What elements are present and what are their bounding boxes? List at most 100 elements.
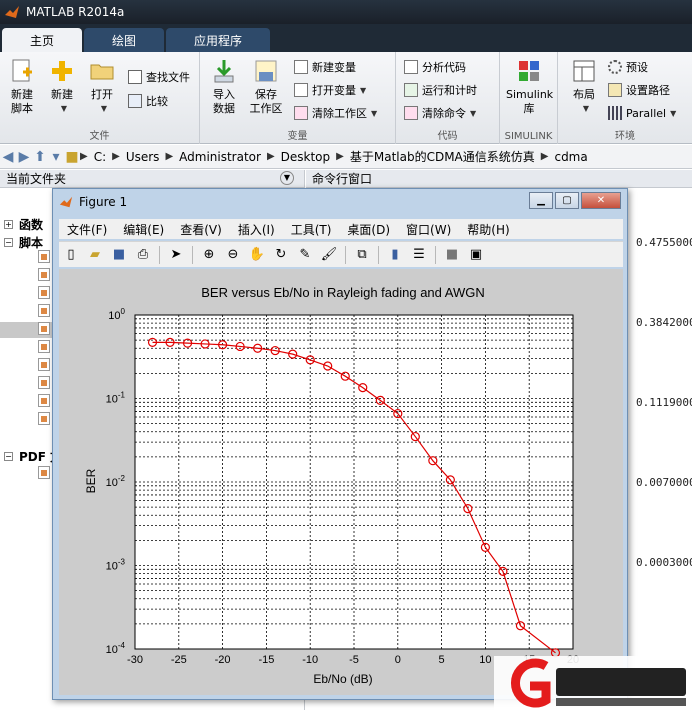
clear-workspace-icon bbox=[294, 106, 308, 120]
script-file-icon[interactable] bbox=[38, 340, 50, 353]
script-file-icon[interactable] bbox=[38, 322, 50, 335]
breadcrumb-project[interactable]: 基于Matlab的CDMA通信系统仿真 bbox=[350, 148, 535, 165]
toolbar-separator bbox=[192, 245, 193, 264]
minimize-icon[interactable]: ▁ bbox=[529, 192, 553, 209]
script-file-icon[interactable] bbox=[38, 304, 50, 317]
new-variable-button[interactable]: 新建变量 bbox=[294, 58, 356, 76]
find-files-label: 查找文件 bbox=[146, 71, 190, 84]
breadcrumb-drive[interactable]: C: bbox=[94, 150, 106, 164]
new-figure-icon[interactable]: ▯ bbox=[62, 246, 80, 264]
script-file-icon[interactable] bbox=[38, 358, 50, 371]
figure-window[interactable]: Figure 1 ▁ ▢ ✕ 文件(F) 编辑(E) 查看(V) 插入(I) 工… bbox=[52, 188, 628, 700]
script-file-icon[interactable] bbox=[38, 286, 50, 299]
save-icon[interactable]: ■ bbox=[110, 246, 128, 264]
zoom-out-icon[interactable]: ⊖ bbox=[224, 246, 242, 264]
layout-button[interactable]: 布局 ▼ bbox=[562, 58, 606, 116]
menu-help[interactable]: 帮助(H) bbox=[467, 221, 509, 238]
path-separator-icon: ▶ bbox=[266, 151, 275, 162]
find-files-button[interactable]: 查找文件 bbox=[128, 68, 190, 86]
pointer-icon[interactable]: ➤ bbox=[167, 246, 185, 264]
breadcrumb-cdma[interactable]: cdma bbox=[554, 150, 587, 164]
analyze-code-button[interactable]: 分析代码 bbox=[404, 58, 466, 76]
menu-insert[interactable]: 插入(I) bbox=[238, 221, 275, 238]
preferences-button[interactable]: 预设 bbox=[608, 58, 648, 76]
menu-edit[interactable]: 编辑(E) bbox=[123, 221, 164, 238]
tree-group-functions[interactable]: + 函数 bbox=[4, 216, 43, 233]
folder-icon bbox=[90, 64, 114, 80]
browse-folder-icon[interactable]: ▾ bbox=[48, 149, 64, 165]
print-icon[interactable]: ⎙ bbox=[134, 246, 152, 264]
open-button[interactable]: 打开 ▼ bbox=[80, 58, 124, 116]
path-separator-icon: ▶ bbox=[80, 151, 88, 162]
save-workspace-button[interactable]: 保存 工作区 bbox=[244, 58, 288, 116]
tab-plots[interactable]: 绘图 bbox=[84, 28, 165, 52]
x-tick-label: -10 bbox=[302, 654, 318, 666]
collapse-icon[interactable]: − bbox=[4, 452, 13, 461]
open-file-icon[interactable]: ▰ bbox=[86, 246, 104, 264]
x-tick-label: -20 bbox=[215, 654, 231, 666]
save-workspace-icon bbox=[255, 60, 277, 82]
colorbar-icon[interactable]: ▮ bbox=[386, 246, 404, 264]
rotate-icon[interactable]: ↻ bbox=[272, 246, 290, 264]
collapse-icon[interactable]: − bbox=[4, 238, 13, 247]
plus-icon bbox=[52, 61, 72, 81]
data-cursor-icon[interactable]: ✎ bbox=[296, 246, 314, 264]
back-arrow-icon[interactable]: ◀ bbox=[0, 149, 16, 165]
tree-group-scripts[interactable]: − 脚本 bbox=[4, 234, 43, 251]
maximize-icon[interactable]: ▢ bbox=[555, 192, 579, 209]
tab-home[interactable]: 主页 bbox=[2, 28, 83, 52]
show-tools-icon[interactable]: ▣ bbox=[467, 246, 485, 264]
ribbon: 新建 脚本 新建 ▼ 打开 ▼ 查找文件 比较 文件 导入 数据 保存 工作区 … bbox=[0, 52, 692, 144]
pan-icon[interactable]: ✋ bbox=[248, 246, 266, 264]
set-path-label: 设置路径 bbox=[626, 84, 670, 97]
breadcrumb-users[interactable]: Users bbox=[126, 150, 160, 164]
analyze-code-label: 分析代码 bbox=[422, 61, 466, 74]
simulink-library-button[interactable]: Simulink 库 bbox=[506, 58, 553, 116]
menu-window[interactable]: 窗口(W) bbox=[406, 221, 451, 238]
menu-view[interactable]: 查看(V) bbox=[180, 221, 222, 238]
link-plot-icon[interactable]: ⧉ bbox=[353, 246, 371, 264]
compare-button[interactable]: 比较 bbox=[128, 92, 168, 110]
script-file-icon[interactable] bbox=[38, 376, 50, 389]
x-tick-label: -5 bbox=[349, 654, 359, 666]
legend-icon[interactable]: ☰ bbox=[410, 246, 428, 264]
script-file-icon[interactable] bbox=[38, 268, 50, 281]
chevron-down-icon: ▼ bbox=[100, 104, 108, 113]
parallel-button[interactable]: Parallel ▼ bbox=[608, 104, 676, 122]
menu-file[interactable]: 文件(F) bbox=[67, 221, 107, 238]
open-variable-button[interactable]: 打开变量 ▼ bbox=[294, 81, 366, 99]
chart-xlabel: Eb/No (dB) bbox=[313, 672, 372, 686]
menu-desktop[interactable]: 桌面(D) bbox=[347, 221, 390, 238]
expand-icon[interactable]: + bbox=[4, 220, 13, 229]
panel-menu-icon[interactable]: ▼ bbox=[280, 171, 294, 185]
script-file-icon[interactable] bbox=[38, 394, 50, 407]
matlab-logo-icon bbox=[59, 196, 73, 208]
tab-apps[interactable]: 应用程序 bbox=[166, 28, 271, 52]
run-and-time-button[interactable]: 运行和计时 bbox=[404, 81, 477, 99]
ber-chart[interactable]: BER versus Eb/No in Rayleigh fading and … bbox=[59, 269, 623, 695]
hide-tools-icon[interactable]: ■ bbox=[443, 246, 461, 264]
clear-workspace-button[interactable]: 清除工作区 ▼ bbox=[294, 104, 377, 122]
import-data-button[interactable]: 导入 数据 bbox=[202, 58, 246, 116]
set-path-icon bbox=[608, 83, 622, 97]
zoom-in-icon[interactable]: ⊕ bbox=[200, 246, 218, 264]
close-icon[interactable]: ✕ bbox=[581, 192, 621, 209]
set-path-button[interactable]: 设置路径 bbox=[608, 81, 670, 99]
script-file-icon[interactable] bbox=[38, 250, 50, 263]
up-folder-icon[interactable]: ⬆ bbox=[32, 149, 48, 165]
breadcrumb-administrator[interactable]: Administrator bbox=[179, 150, 261, 164]
figure-toolbar: ▯ ▰ ■ ⎙ ➤ ⊕ ⊖ ✋ ↻ ✎ 🖌 ⧉ ▮ ☰ ■ ▣ bbox=[59, 241, 623, 267]
parallel-icon bbox=[608, 106, 622, 120]
chart-title: BER versus Eb/No in Rayleigh fading and … bbox=[201, 285, 485, 300]
new-script-button[interactable]: 新建 脚本 bbox=[0, 58, 44, 116]
brush-icon[interactable]: 🖌 bbox=[320, 246, 338, 264]
figure-canvas[interactable]: BER versus Eb/No in Rayleigh fading and … bbox=[59, 269, 623, 695]
new-button[interactable]: 新建 ▼ bbox=[40, 58, 84, 116]
clear-commands-button[interactable]: 清除命令 ▼ bbox=[404, 104, 476, 122]
script-file-icon[interactable] bbox=[38, 412, 50, 425]
breadcrumb-desktop[interactable]: Desktop bbox=[281, 150, 331, 164]
menu-tools[interactable]: 工具(T) bbox=[291, 221, 332, 238]
command-output-line: 0.0070000 bbox=[636, 476, 692, 489]
forward-arrow-icon[interactable]: ▶ bbox=[16, 149, 32, 165]
pdf-file-icon[interactable] bbox=[38, 466, 50, 479]
